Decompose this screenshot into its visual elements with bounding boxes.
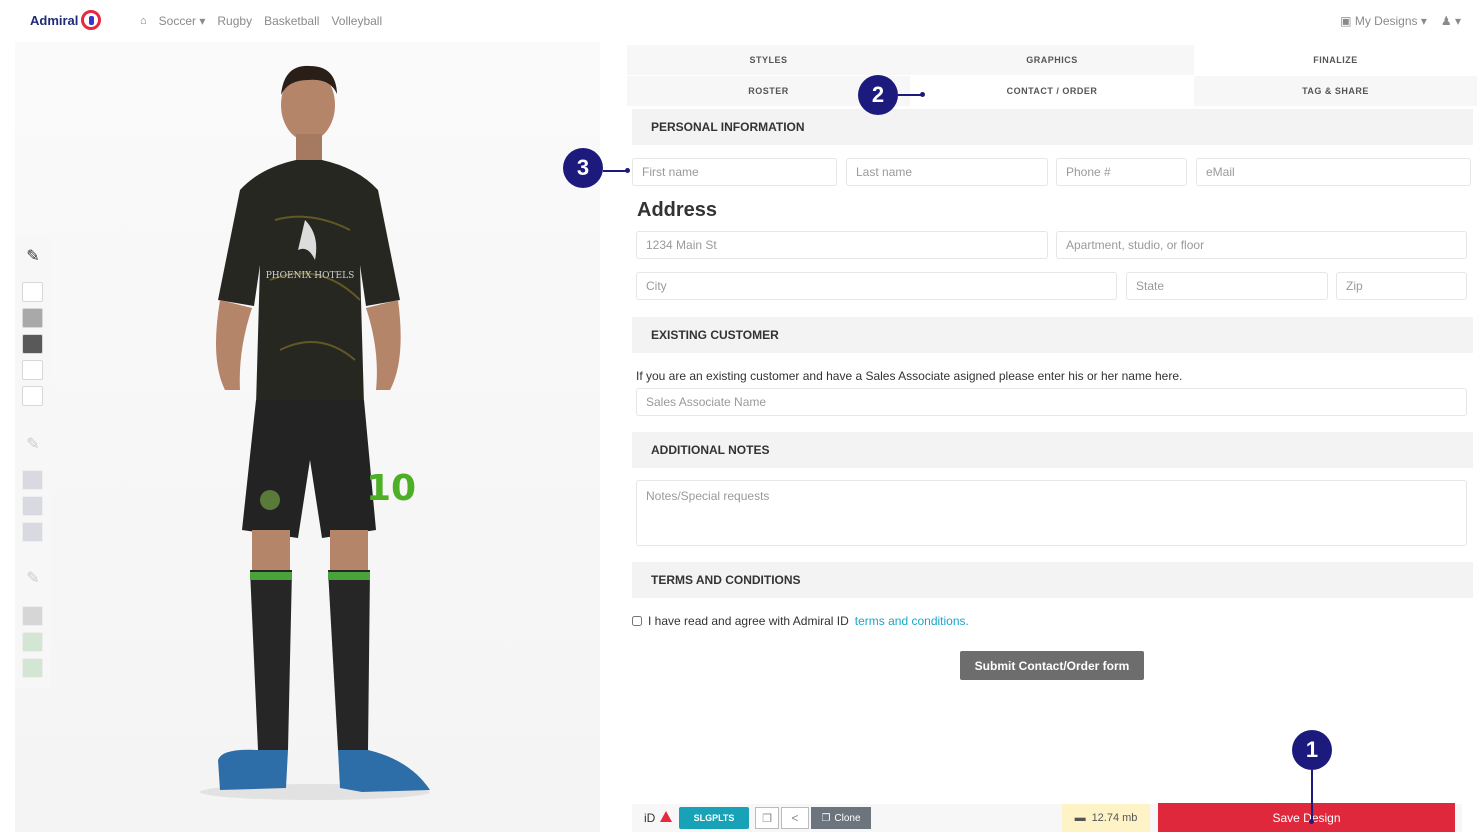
color-swatch[interactable] [22,308,43,328]
tab-styles[interactable]: STYLES [627,45,910,75]
tab-tag-share[interactable]: TAG & SHARE [1194,76,1477,106]
color-swatch[interactable] [22,386,43,406]
tab-graphics[interactable]: GRAPHICS [910,45,1194,75]
my-designs-menu[interactable]: ▣ My Designs ▾ [1340,14,1427,28]
state-field[interactable] [1126,272,1328,300]
callout-2-line [898,94,922,96]
terms-row: I have read and agree with Admiral ID te… [632,614,969,628]
notes-textarea[interactable] [636,480,1467,546]
terms-checkbox[interactable] [632,616,642,626]
color-swatch[interactable] [22,334,43,354]
brand-logo[interactable]: Admiral [30,10,102,30]
phone-field[interactable] [1056,158,1187,186]
last-name-field[interactable] [846,158,1048,186]
existing-customer-text: If you are an existing customer and have… [636,369,1183,383]
address-line1-field[interactable] [636,231,1048,259]
jersey-sponsor: PHOENIX HOTELS [266,271,355,281]
tab-contact-order[interactable]: CONTACT / ORDER [910,76,1194,106]
file-size-badge: ▬ 12.74 mb [1062,804,1150,832]
callout-3: 3 [563,148,603,188]
brand-name: Admiral [30,12,79,28]
email-field[interactable] [1196,158,1471,186]
id-label: iD [644,811,656,825]
terms-link[interactable]: terms and conditions. [855,614,969,628]
paint-tool-disabled-icon: ✎ [26,436,40,453]
address-title: Address [637,199,718,221]
nav-volleyball[interactable]: Volleyball [331,14,382,28]
brand-mark-icon [81,10,102,30]
terms-heading: TERMS AND CONDITIONS [632,562,1473,598]
share-icon[interactable]: < [781,807,809,829]
clone-button[interactable]: ❐ Clone [811,807,871,829]
sport-nav: ⌂ Soccer ▾ Rugby Basketball Volleyball [140,14,382,28]
slug-button[interactable]: SLGPLTS [679,807,749,829]
additional-notes-heading: ADDITIONAL NOTES [632,432,1473,468]
color-swatch-disabled [22,496,43,516]
first-name-field[interactable] [632,158,837,186]
nav-basketball[interactable]: Basketball [264,14,319,28]
paint-tool-icon[interactable]: ✎ [22,246,44,268]
city-field[interactable] [636,272,1117,300]
save-design-button[interactable]: Save Design [1158,803,1455,832]
callout-1-line [1311,770,1313,822]
color-swatch-disabled [22,658,43,678]
color-swatch-disabled [22,606,43,626]
user-nav: ▣ My Designs ▾ ♟ ▾ [1340,14,1461,28]
nav-soccer[interactable]: Soccer ▾ [159,14,206,28]
color-swatch-disabled [22,522,43,542]
terms-text: I have read and agree with Admiral ID [648,614,849,628]
shorts-number: 10 [366,468,416,509]
paint-tool-disabled-icon-2: ✎ [26,570,40,587]
color-swatch[interactable] [22,360,43,380]
drive-icon: ▬ [1074,812,1086,824]
callout-1-dot [1309,819,1314,824]
clone-icon: ❐ [821,812,831,824]
color-swatch[interactable] [22,282,43,302]
zip-field[interactable] [1336,272,1467,300]
user-menu[interactable]: ♟ ▾ [1441,14,1461,28]
color-swatch-disabled [22,632,43,652]
warning-icon [660,811,672,822]
callout-2-dot [920,92,925,97]
personal-info-heading: PERSONAL INFORMATION [632,109,1473,145]
top-nav: Admiral ⌂ Soccer ▾ Rugby Basketball Voll… [0,0,1483,42]
folder-icon: ▣ [1340,14,1352,28]
color-swatch-disabled [22,470,43,490]
callout-1: 1 [1292,730,1332,770]
existing-customer-heading: EXISTING CUSTOMER [632,317,1473,353]
clone-label: Clone [834,812,861,824]
home-icon[interactable]: ⌂ [140,15,147,27]
callout-3-line [603,170,627,172]
submit-order-button[interactable]: Submit Contact/Order form [960,651,1144,680]
address-line2-field[interactable] [1056,231,1467,259]
tab-finalize[interactable]: FINALIZE [1194,45,1477,75]
callout-3-dot [625,168,630,173]
user-icon: ♟ [1440,14,1452,28]
nav-rugby[interactable]: Rugby [217,14,252,28]
callout-2: 2 [858,75,898,115]
copy-icon[interactable]: ❐ [755,807,779,829]
player-model[interactable]: PHOENIX HOTELS 10 [180,60,450,800]
file-size-value: 12.74 mb [1091,812,1138,824]
sales-associate-field[interactable] [636,388,1467,416]
